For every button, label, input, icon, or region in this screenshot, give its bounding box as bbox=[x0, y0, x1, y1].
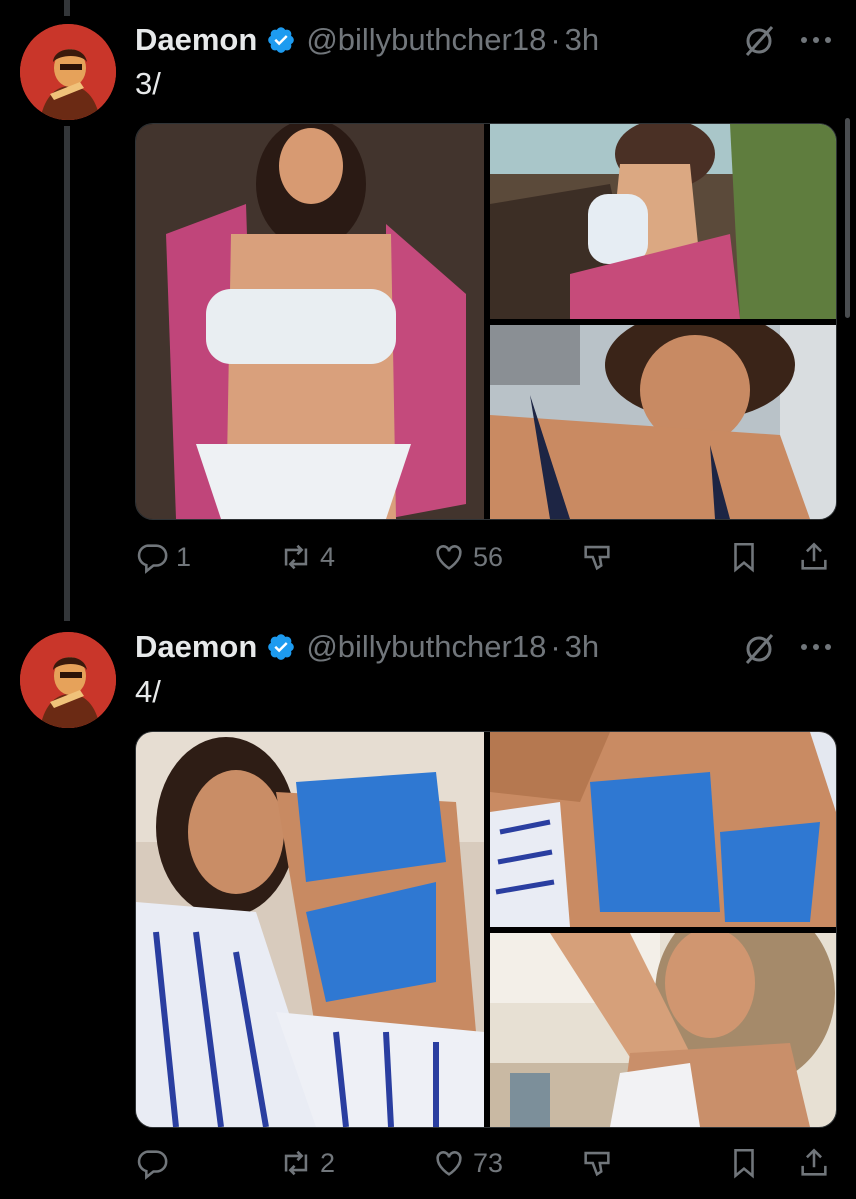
tweet-actions: 1 4 56 bbox=[135, 537, 835, 577]
author-handle[interactable]: @billybuthcher18 bbox=[306, 22, 546, 58]
tweet-photo[interactable] bbox=[490, 325, 836, 519]
reply-button[interactable] bbox=[135, 1143, 176, 1183]
more-icon[interactable] bbox=[796, 30, 836, 50]
tweet-header: Daemon @billybuthcher18 · 3h bbox=[135, 20, 599, 60]
grok-icon[interactable] bbox=[742, 24, 776, 58]
like-button[interactable]: 73 bbox=[432, 1143, 503, 1183]
like-icon bbox=[436, 545, 462, 570]
author-handle[interactable]: @billybuthcher18 bbox=[306, 629, 546, 665]
share-button[interactable] bbox=[797, 537, 831, 577]
verified-badge-icon bbox=[268, 27, 295, 53]
reply-icon bbox=[137, 1150, 168, 1180]
tweet-photo[interactable] bbox=[136, 732, 484, 1127]
tweet-photo[interactable] bbox=[490, 124, 836, 319]
downvote-icon bbox=[584, 545, 610, 571]
retweet-button[interactable]: 4 bbox=[279, 537, 335, 577]
timestamp[interactable]: 3h bbox=[565, 629, 599, 665]
tweet-photo[interactable] bbox=[490, 933, 836, 1127]
reply-button[interactable]: 1 bbox=[135, 537, 191, 577]
downvote-button[interactable] bbox=[580, 537, 614, 577]
tweet[interactable]: Daemon @billybuthcher18 · 3h 4/ 2 73 bbox=[0, 610, 856, 1199]
tweet[interactable]: Daemon @billybuthcher18 · 3h 3/ 1 4 56 bbox=[0, 0, 856, 600]
tweet-actions: 2 73 bbox=[135, 1143, 835, 1183]
downvote-button[interactable] bbox=[580, 1143, 614, 1183]
tweet-header: Daemon @billybuthcher18 · 3h bbox=[135, 627, 599, 667]
retweet-icon bbox=[284, 544, 308, 570]
tweet-text: 3/ bbox=[135, 66, 161, 101]
like-icon bbox=[436, 1151, 462, 1176]
share-icon bbox=[801, 1148, 827, 1176]
reply-count: 1 bbox=[176, 541, 192, 572]
bookmark-icon bbox=[734, 1148, 754, 1179]
share-button[interactable] bbox=[797, 1143, 831, 1183]
verified-badge-icon bbox=[268, 634, 295, 660]
retweet-icon bbox=[284, 1150, 308, 1176]
like-count: 73 bbox=[473, 1147, 504, 1178]
tweet-media-grid[interactable] bbox=[135, 123, 837, 520]
like-count: 56 bbox=[473, 541, 504, 572]
avatar[interactable] bbox=[20, 24, 116, 120]
grok-icon[interactable] bbox=[742, 632, 776, 666]
tweet-photo[interactable] bbox=[490, 732, 836, 927]
reply-icon bbox=[137, 544, 168, 574]
bookmark-button[interactable] bbox=[727, 1143, 761, 1183]
retweet-count: 4 bbox=[320, 541, 336, 572]
retweet-count: 2 bbox=[320, 1147, 336, 1178]
separator-dot: · bbox=[550, 629, 561, 664]
like-button[interactable]: 56 bbox=[432, 537, 503, 577]
bookmark-icon bbox=[734, 542, 754, 573]
avatar[interactable] bbox=[20, 632, 116, 728]
tweet-photo[interactable] bbox=[136, 124, 484, 519]
share-icon bbox=[801, 542, 827, 570]
separator-dot: · bbox=[550, 22, 561, 57]
tweet-media-grid[interactable] bbox=[135, 731, 837, 1128]
author-name[interactable]: Daemon bbox=[135, 22, 257, 58]
tweet-text: 4/ bbox=[135, 674, 161, 709]
author-name[interactable]: Daemon bbox=[135, 629, 257, 665]
bookmark-button[interactable] bbox=[727, 537, 761, 577]
downvote-icon bbox=[584, 1151, 610, 1177]
retweet-button[interactable]: 2 bbox=[279, 1143, 335, 1183]
more-icon[interactable] bbox=[796, 637, 836, 657]
timestamp[interactable]: 3h bbox=[565, 22, 599, 58]
